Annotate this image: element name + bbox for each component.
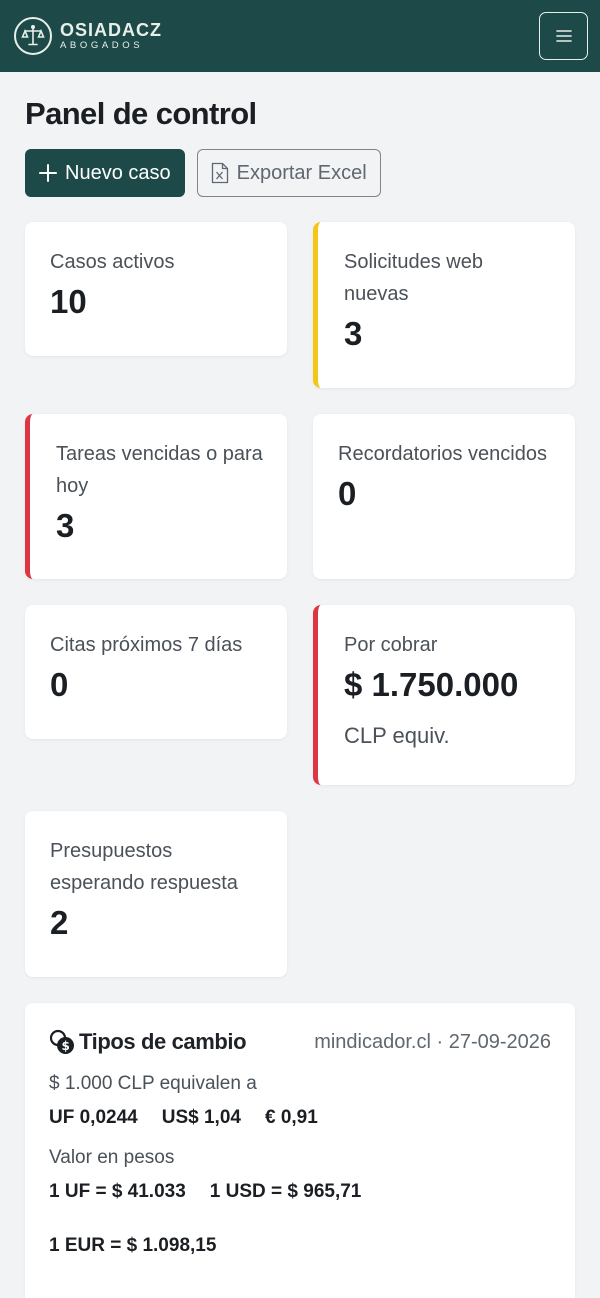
new-case-label: Nuevo caso	[65, 161, 171, 184]
exchange-rates-card: $ Tipos de cambio mindicador.cl · 27-09-…	[25, 1003, 575, 1298]
plus-icon	[39, 164, 57, 182]
hamburger-icon	[555, 30, 572, 42]
fx-title: Tipos de cambio	[79, 1029, 247, 1054]
stat-card-active-cases[interactable]: Casos activos 10	[25, 222, 287, 356]
stat-card-web-requests[interactable]: Solicitudes web nuevas 3	[313, 222, 575, 388]
fx-eur: € 0,91	[264, 1107, 318, 1128]
fx-eur-pesos: 1 EUR = $ 1.098,15	[49, 1235, 217, 1256]
page-title: Panel de control	[25, 96, 257, 131]
brand[interactable]: OSIADACZ ABOGADOS	[14, 17, 162, 55]
stat-value: $ 1.750.000	[344, 666, 519, 703]
new-case-button[interactable]: Nuevo caso	[25, 149, 185, 197]
stat-label: Tareas vencidas o para hoy	[56, 443, 263, 497]
stat-value: 3	[56, 507, 75, 544]
fx-pesos-values: 1 UF = $ 41.033 1 USD = $ 965,71	[49, 1181, 551, 1203]
stat-card-pending-quotes[interactable]: Presupuestos esperando respuesta 2	[25, 811, 287, 977]
fx-uf: UF 0,0244	[49, 1107, 138, 1128]
stat-card-appointments[interactable]: Citas próximos 7 días 0	[25, 605, 287, 739]
stat-label: Solicitudes web nuevas	[344, 251, 483, 305]
fx-pesos-label: Valor en pesos	[49, 1147, 175, 1168]
stat-value: 10	[50, 283, 87, 320]
fx-equiv-text: $ 1.000 CLP equivalen a	[49, 1073, 257, 1094]
excel-file-icon	[211, 162, 228, 184]
coins-icon: $	[49, 1029, 74, 1054]
export-label: Exportar Excel	[236, 161, 367, 184]
stat-value: 3	[344, 315, 363, 352]
svg-text:$: $	[62, 1039, 70, 1053]
stat-value: 0	[50, 666, 69, 703]
stat-card-overdue-reminders[interactable]: Recordatorios vencidos 0	[313, 414, 575, 579]
stat-note: CLP equiv.	[344, 723, 450, 748]
stat-label: Citas próximos 7 días	[50, 634, 243, 656]
top-navbar: OSIADACZ ABOGADOS	[0, 0, 600, 72]
stat-label: Casos activos	[50, 251, 175, 273]
stat-card-receivables[interactable]: Por cobrar $ 1.750.000 CLP equiv.	[313, 605, 575, 785]
stat-value: 2	[50, 904, 69, 941]
stat-value: 0	[338, 475, 357, 512]
stat-label: Por cobrar	[344, 634, 438, 656]
stat-label: Presupuestos esperando respuesta	[50, 840, 238, 894]
fx-source: mindicador.cl · 27-09-2026	[314, 1030, 551, 1053]
scales-icon	[14, 17, 52, 55]
fx-usd: US$ 1,04	[161, 1107, 241, 1128]
brand-name: OSIADACZ	[60, 20, 162, 40]
fx-equiv-values: UF 0,0244 US$ 1,04 € 0,91	[49, 1107, 551, 1129]
stat-card-overdue-tasks[interactable]: Tareas vencidas o para hoy 3	[25, 414, 287, 579]
export-excel-button[interactable]: Exportar Excel	[196, 149, 381, 197]
menu-toggle-button[interactable]	[539, 12, 588, 60]
fx-uf-pesos: 1 UF = $ 41.033	[49, 1181, 186, 1202]
brand-subtitle: ABOGADOS	[60, 40, 144, 51]
stat-label: Recordatorios vencidos	[338, 443, 547, 465]
fx-usd-pesos: 1 USD = $ 965,71	[209, 1181, 362, 1202]
action-bar: Nuevo caso Exportar Excel	[25, 149, 381, 197]
